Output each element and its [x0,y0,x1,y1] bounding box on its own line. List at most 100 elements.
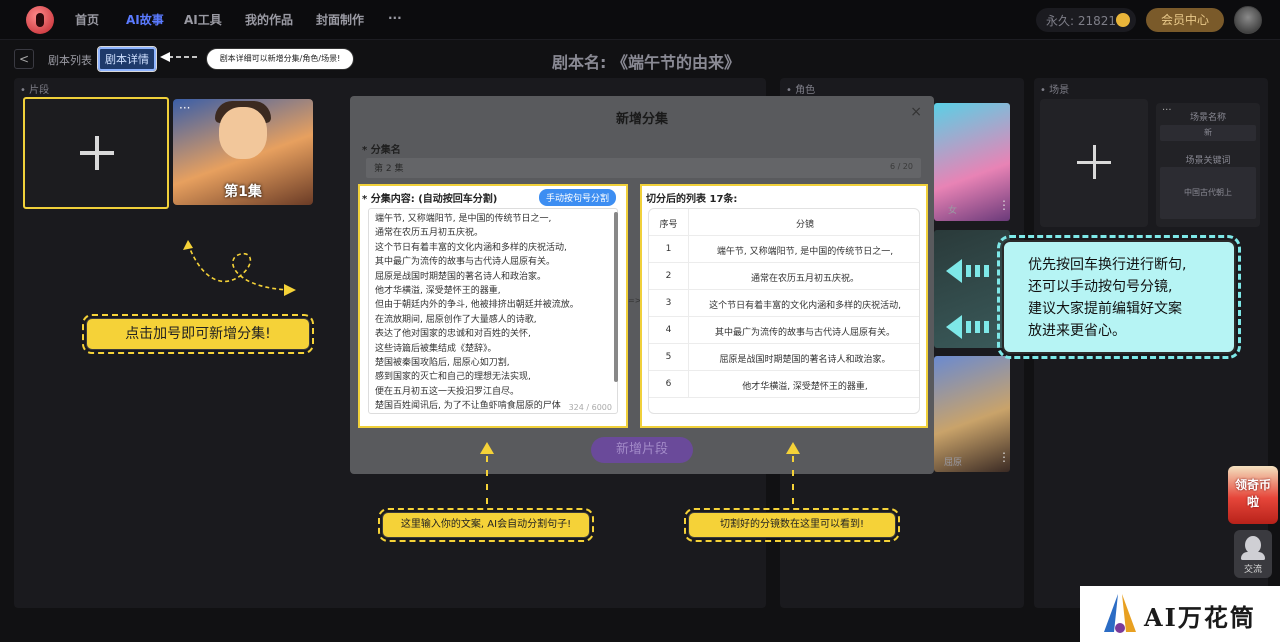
segments-label: 片段 [20,81,49,96]
hint-line: 放进来更省心。 [1028,323,1126,339]
avatar[interactable] [1234,6,1262,34]
watermark-logo-icon [1104,594,1136,633]
more-icon[interactable]: ⋮ [998,198,1010,212]
close-icon[interactable]: × [910,104,922,120]
content-label: * 分集内容: (自动按回车分割) [362,194,498,205]
scenes-label: 场景 [1040,81,1069,96]
points-text: 永久: 21821 [1046,14,1117,28]
points-badge: 永久: 21821 [1036,8,1136,32]
input-tip: 这里输入你的文案, AI会自动分割句子! [378,508,594,542]
header-text: 分镜 [795,220,814,230]
table-header: 序号 分镜 [649,209,919,236]
table-row: 4 其中最广为流传的故事与古代诗人屈原有关。 [649,317,919,344]
nav-home[interactable]: 首页 [75,11,99,28]
up-arrow-icon [480,442,494,504]
modal-title: 新增分集 [615,112,668,127]
scene-name-label: 场景名称 [1189,113,1226,123]
hint-line: 还可以手动按句号分镜, [1028,279,1173,295]
watermark-text: AI万花筒 [1144,603,1256,632]
dashed-arrow-icon [160,52,200,62]
gift-button[interactable]: 领奇币啦 [1228,466,1278,524]
row-no: 1 [649,236,689,263]
content-count: 324 / 6000 [568,403,612,412]
detail-tip: 剧本详细可以新增分集/角色/场景! [206,48,354,70]
nav-ai-story[interactable]: AI故事 [126,11,164,28]
logo[interactable] [26,6,54,34]
content-panel: * 分集内容: (自动按回车分割) 手动按句号分割 端午节, 又称端阳节, 是中… [358,184,628,428]
up-arrow-icon [786,442,800,504]
nav-cover[interactable]: 封面制作 [316,11,364,28]
more-icon[interactable]: ⋮ [998,450,1010,464]
row-text: 端午节, 又称端阳节, 是中国的传统节日之一, [716,247,894,257]
new-segment-button[interactable]: 新增片段 [591,437,693,463]
row-no: 3 [649,290,689,317]
row-text: 其中最广为流传的故事与古代诗人屈原有关。 [714,328,895,338]
left-arrow-icon [946,259,989,283]
back-button[interactable]: < [14,49,34,69]
list-tip: 切割好的分镜数在这里可以看到! [684,508,900,542]
content-line: 表达了他对国家的忠诚和对百姓的关怀, [375,329,531,340]
episode-label: 第1集 [224,184,262,200]
chat-label: 交流 [1243,565,1262,575]
table-row: 2 通常在农历五月初五庆祝。 [649,263,919,290]
table-row: 1 端午节, 又称端阳节, 是中国的传统节日之一, [649,236,919,263]
table-row: 3 这个节日有着丰富的文化内涵和多样的庆祝活动, [649,290,919,317]
row-no: 5 [649,344,689,371]
content-line: 便在五月初五这一天投汨罗江自尽。 [375,386,520,397]
split-list-panel: 切分后的列表 17条: 序号 分镜 1 端午节, 又称端阳节, 是中国的传统节日… [640,184,928,428]
manual-split-button[interactable]: 手动按句号分割 [538,189,616,206]
episode-name-value: 第 2 集 [374,164,404,174]
content-line: 这个节日有着丰富的文化内涵和多样的庆祝活动, [375,242,567,253]
tab-script-detail[interactable]: 剧本详情 [97,46,157,72]
gift-label: 领奇币啦 [1234,478,1271,509]
nav-more[interactable]: ··· [388,11,402,25]
content-line: 通常在农历五月初五庆祝。 [375,228,484,239]
content-line: 但由于朝廷内外的争斗, 他被排挤出朝廷并被流放。 [375,300,579,311]
page-title: 剧本名: 《端午节的由来》 [552,53,740,72]
add-episode-tip: 点击加号即可新增分集! [82,314,314,354]
roles-label: 角色 [786,81,815,96]
episode-name-count: 6 / 20 [889,162,913,171]
row-text: 通常在农历五月初五庆祝。 [750,274,859,284]
episode-name-label: * 分集名 [362,145,401,156]
row-no: 4 [649,317,689,344]
hint-line: 建议大家提前编辑好文案 [1028,301,1182,317]
episode-name-field[interactable]: 第 2 集 6 / 20 [366,158,921,178]
curvy-arrow-icon [183,240,296,296]
tab-script-list[interactable]: 剧本列表 [48,52,92,68]
chat-button[interactable]: 交流 [1234,530,1272,578]
watermark: AI万花筒 [1080,586,1280,642]
content-line: 楚国被秦国攻陷后, 屈原心如刀割, [375,358,510,369]
table-row: 5 屈原是战国时期楚国的著名诗人和政治家。 [649,344,919,371]
row-text: 屈原是战国时期楚国的著名诗人和政治家。 [719,355,891,365]
episode-card[interactable]: ··· 第1集 [173,99,313,205]
scene-keyword-value: 中国古代朝上 [1160,167,1256,219]
add-episode-button[interactable] [23,97,169,209]
scene-keyword-label: 场景关键词 [1185,156,1231,166]
coin-icon [1116,13,1130,27]
content-line: 在流放期间, 屈原创作了大量感人的诗歌, [375,314,537,325]
content-line: 感到国家的灭亡和自己的理想无法实现, [375,372,531,383]
top-nav: 首页 AI故事 AI工具 我的作品 封面制作 ··· 永久: 21821 会员中… [0,0,1280,40]
add-scene-button[interactable] [1040,99,1148,227]
content-line: 屈原是战国时期楚国的著名诗人和政治家。 [375,271,547,282]
vip-center-button[interactable]: 会员中心 [1146,8,1224,32]
scrollbar[interactable] [614,212,618,382]
content-line: 其中最广为流传的故事与古代诗人屈原有关。 [375,257,556,268]
row-no: 6 [649,371,689,398]
nav-ai-tools[interactable]: AI工具 [184,11,222,28]
row-text: 这个节日有着丰富的文化内涵和多样的庆祝活动, [709,301,901,311]
scene-card[interactable]: ··· 场景名称 新 场景关键词 中国古代朝上 [1156,103,1260,227]
content-textarea[interactable]: 端午节, 又称端阳节, 是中国的传统节日之一, 通常在农历五月初五庆祝。 这个节… [368,208,618,414]
content-line: 这些诗篇后被集结成《楚辞》。 [375,343,497,354]
more-icon[interactable]: ··· [179,101,190,115]
scene-name-value: 新 [1160,125,1256,141]
header-no: 序号 [649,209,689,236]
row-text: 他才华横溢, 深受楚怀王的器重, [742,382,868,392]
row-no: 2 [649,263,689,290]
table-row: 6 他才华横溢, 深受楚怀王的器重, [649,371,919,398]
episode-thumbnail [219,107,267,159]
split-hint-callout: 优先按回车换行进行断句, 还可以手动按句号分镜, 建议大家提前编辑好文案 放进来… [997,235,1241,359]
left-arrow-icon [946,315,989,339]
nav-my-works[interactable]: 我的作品 [245,11,293,28]
